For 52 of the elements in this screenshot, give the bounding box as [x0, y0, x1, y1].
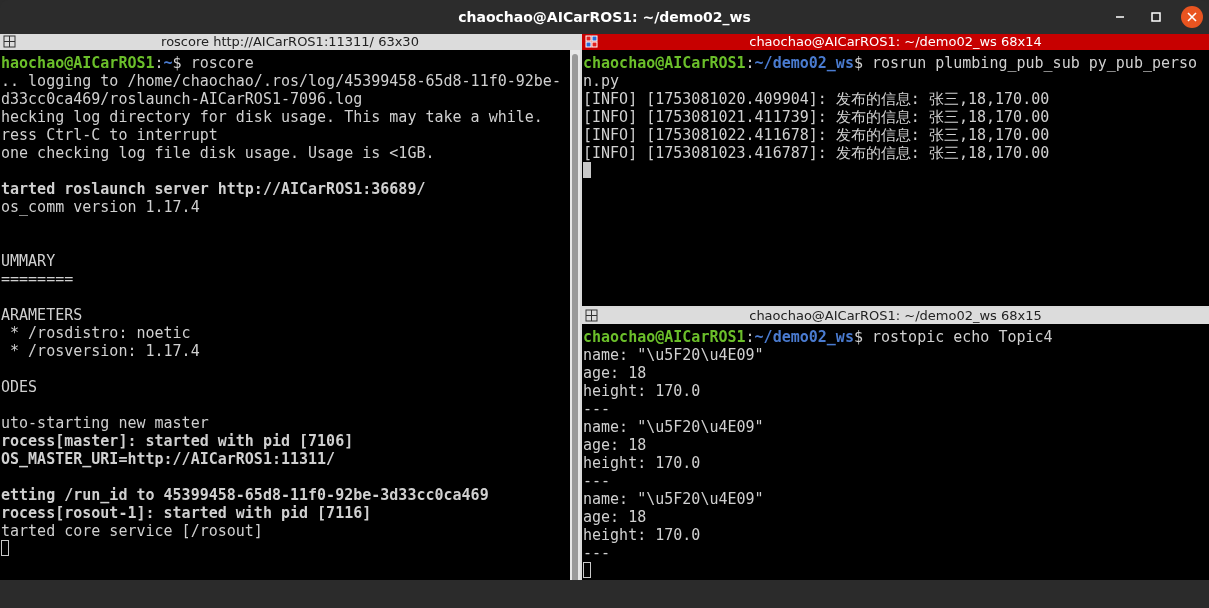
- output-line: rocess[rosout-1]: started with pid [7116]: [1, 504, 373, 522]
- output-line: d33cc0ca469/roslaunch-AICarROS1-7096.log: [1, 90, 364, 108]
- output-line: ---: [583, 472, 612, 490]
- output-line: name: "\u5F20\u4E09": [583, 346, 765, 364]
- output-line: age: 18: [583, 508, 648, 526]
- output-line: age: 18: [583, 364, 648, 382]
- output-line: hecking log directory for disk usage. This may take a while.: [1, 108, 544, 126]
- output-line: os_comm version 1.17.4: [1, 198, 201, 216]
- output-line: ARAMETERS: [1, 306, 84, 324]
- output-line: ========: [1, 270, 75, 288]
- output-line: * /rosdistro: noetic: [9, 324, 192, 342]
- maximize-icon: [1151, 12, 1161, 22]
- output-line: UMMARY: [1, 252, 57, 270]
- pane-title: chaochao@AICarROS1: ~/demo02_ws 68x14: [749, 34, 1042, 50]
- output-line: age: 18: [583, 436, 648, 454]
- output-line: height: 170.0: [583, 454, 702, 472]
- close-icon: [1187, 12, 1197, 22]
- output-line: * /rosversion: 1.17.4: [9, 342, 201, 360]
- output-line: ---: [583, 400, 612, 418]
- prompt-line: chaochao@AICarROS1:~/demo02_ws$ rosrun plumbing_pub_sub py_pub_perso: [583, 54, 1199, 72]
- output-line: ---: [583, 544, 612, 562]
- scrollbar[interactable]: [570, 50, 580, 580]
- output-line: ODES: [1, 378, 39, 396]
- output-line: height: 170.0: [583, 526, 702, 544]
- output-line: rocess[master]: started with pid [7106]: [1, 432, 355, 450]
- pane-title: roscore http://AICarROS1:11311/ 63x30: [161, 34, 419, 50]
- pane-title: chaochao@AICarROS1: ~/demo02_ws 68x15: [749, 308, 1042, 324]
- output-line: [INFO] [1753081023.416787]: 发布的信息: 张三,18,170.00: [583, 144, 1051, 162]
- output-line: tarted core service [/rosout]: [1, 522, 264, 540]
- output-line: uto-starting new master: [1, 414, 210, 432]
- output-line: n.py: [583, 72, 621, 90]
- output-line: tarted roslaunch server http://AICarROS1:36689/: [1, 180, 427, 198]
- minimize-icon: [1115, 16, 1125, 18]
- terminal-output[interactable]: chaochao@AICarROS1:~/demo02_ws$ rostopic echo Topic4 name: "\u5F20\u4E09" age: 18 height: 170.0 --- name: "\u5F20\u4E09" age: 18 height: 170.0 --- name: "\u5F20\u4E09" age: 18 height: 170.0 ---: [582, 324, 1209, 580]
- split-view-icon[interactable]: [585, 309, 599, 323]
- split-view-icon[interactable]: [585, 35, 599, 49]
- close-button[interactable]: [1181, 6, 1203, 28]
- output-line: OS_MASTER_URI=http://AICarROS1:11311/: [1, 450, 337, 468]
- output-line: name: "\u5F20\u4E09": [583, 418, 765, 436]
- output-line: name: "\u5F20\u4E09": [583, 490, 765, 508]
- split-view-icon[interactable]: [3, 35, 17, 49]
- output-line: [INFO] [1753081020.409904]: 发布的信息: 张三,18,170.00: [583, 90, 1051, 108]
- output-line: height: 170.0: [583, 382, 702, 400]
- prompt-line: haochao@AICarROS1:~$ roscore: [1, 54, 255, 72]
- output-line: etting /run_id to 45399458-65d8-11f0-92be-3d33cc0ca469: [1, 486, 490, 504]
- prompt-line: chaochao@AICarROS1:~/demo02_ws$ rostopic echo Topic4: [583, 328, 1054, 346]
- output-line: one checking log file disk usage. Usage is <1GB.: [1, 144, 436, 162]
- window-title: chaochao@AICarROS1: ~/demo02_ws: [458, 9, 751, 25]
- output-line: [INFO] [1753081021.411739]: 发布的信息: 张三,18,170.00: [583, 108, 1051, 126]
- output-line: .. logging to /home/chaochao/.ros/log/45399458-65d8-11f0-92be-: [1, 72, 562, 90]
- output-line: [INFO] [1753081022.411678]: 发布的信息: 张三,18,170.00: [583, 126, 1051, 144]
- output-line: ress Ctrl-C to interrupt: [1, 126, 219, 144]
